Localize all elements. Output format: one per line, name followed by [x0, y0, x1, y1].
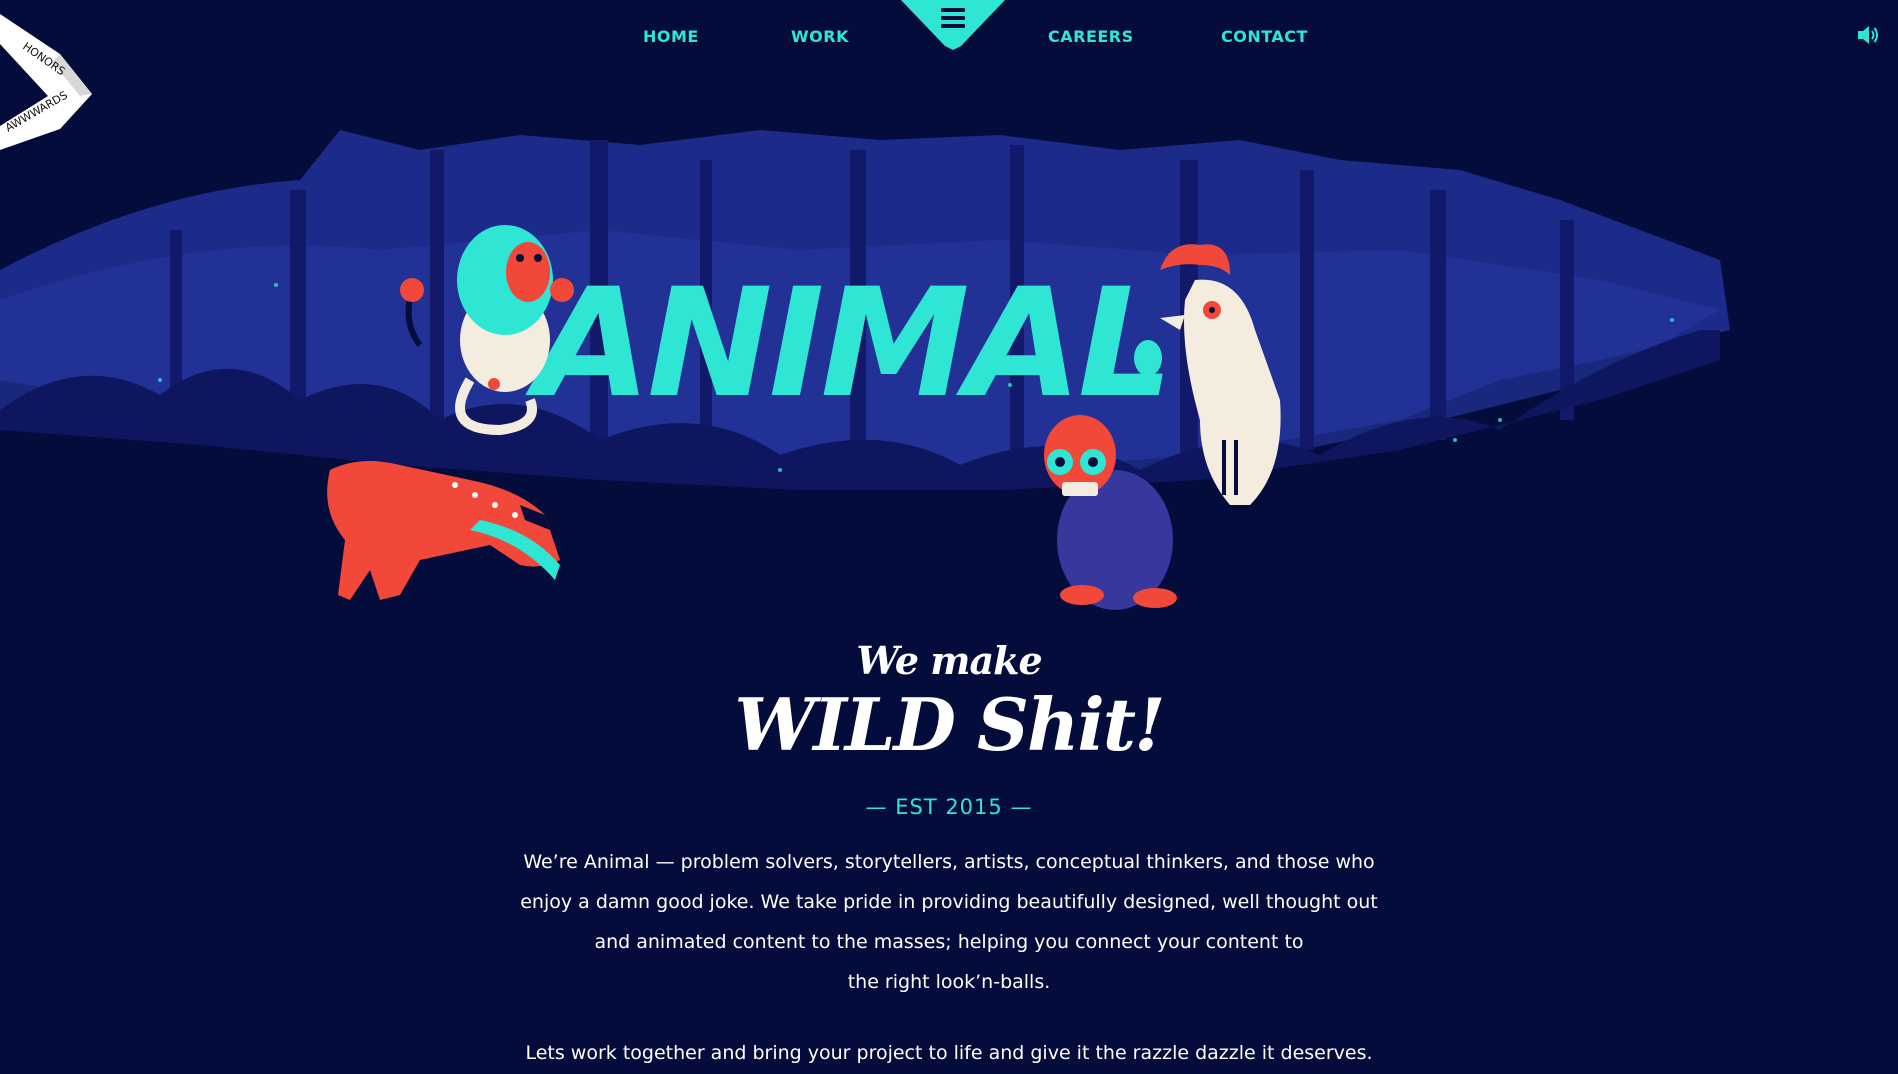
hero-illustration: ANIMAL — [0, 130, 1730, 610]
nav-contact-link[interactable]: CONTACT — [1221, 27, 1308, 46]
sound-toggle-button[interactable] — [1856, 24, 1880, 46]
hamburger-icon — [941, 8, 965, 28]
red-wolf-character — [327, 461, 560, 600]
intro-line: and animated content to the masses; help… — [594, 931, 1304, 953]
tagline-small: We make — [856, 638, 1042, 683]
nav-work-link[interactable]: WORK — [791, 27, 849, 46]
intro-line: enjoy a damn good joke. We take pride in… — [520, 891, 1378, 913]
page: HONORS AWWWARDS HOME WORK CAREERS CONTAC… — [0, 0, 1898, 1074]
menu-toggle-button[interactable] — [901, 0, 1005, 50]
established-label: — EST 2015 — — [865, 795, 1033, 819]
speaker-icon — [1858, 26, 1878, 44]
intro-line: the right look’n-balls. — [847, 971, 1051, 993]
animal-logo: ANIMAL — [525, 257, 1169, 431]
nav-careers-link[interactable]: CAREERS — [1048, 27, 1134, 46]
intro-paragraph: We’re Animal — problem solvers, storytel… — [489, 842, 1409, 1002]
intro-line: We’re Animal — problem solvers, storytel… — [523, 851, 1375, 873]
cta-paragraph: Lets work together and bring your projec… — [525, 1042, 1373, 1064]
tagline-big: WILD Shit! — [734, 682, 1165, 767]
nav-home-link[interactable]: HOME — [643, 27, 699, 46]
